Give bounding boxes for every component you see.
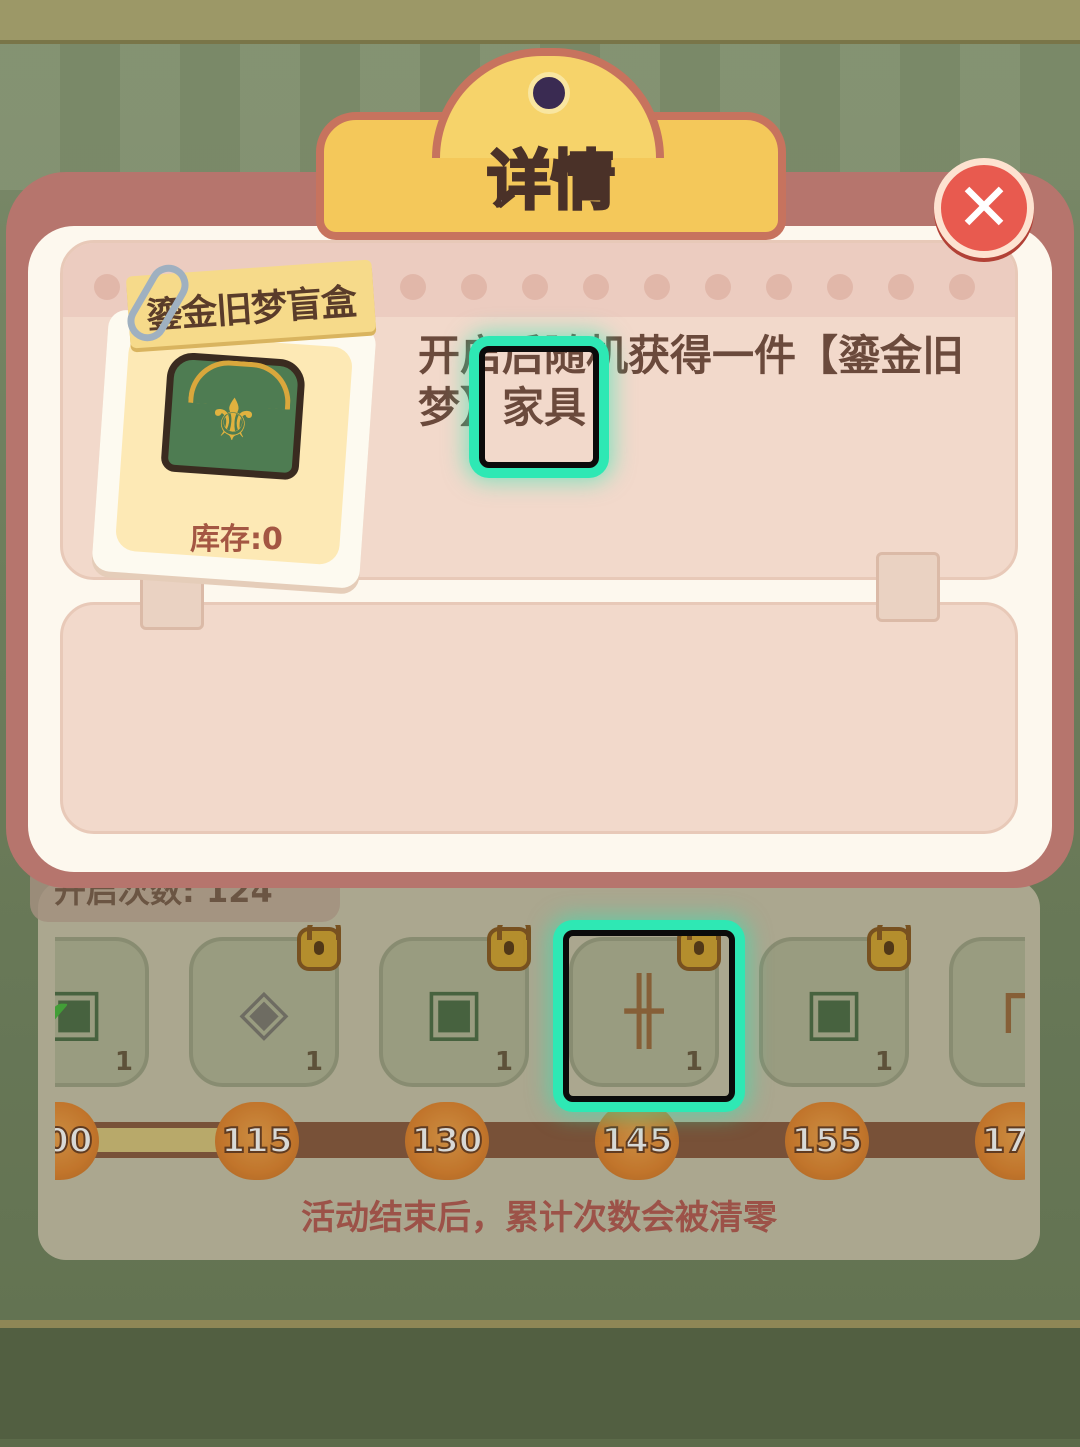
item-extra-card <box>60 602 1018 834</box>
close-button[interactable]: ✕ <box>934 158 1034 258</box>
treasure-chest-icon: ⚜ <box>160 351 307 481</box>
item-stock: 库存:0 <box>190 522 283 557</box>
close-icon: ✕ <box>956 169 1012 246</box>
modal-title: 详情 <box>486 144 617 221</box>
title-plate-hole <box>528 72 570 114</box>
card-hinge <box>876 552 940 622</box>
highlight-box <box>563 930 735 1102</box>
fleur-de-lis-icon: ⚜ <box>204 384 262 456</box>
highlight-box <box>479 346 599 468</box>
